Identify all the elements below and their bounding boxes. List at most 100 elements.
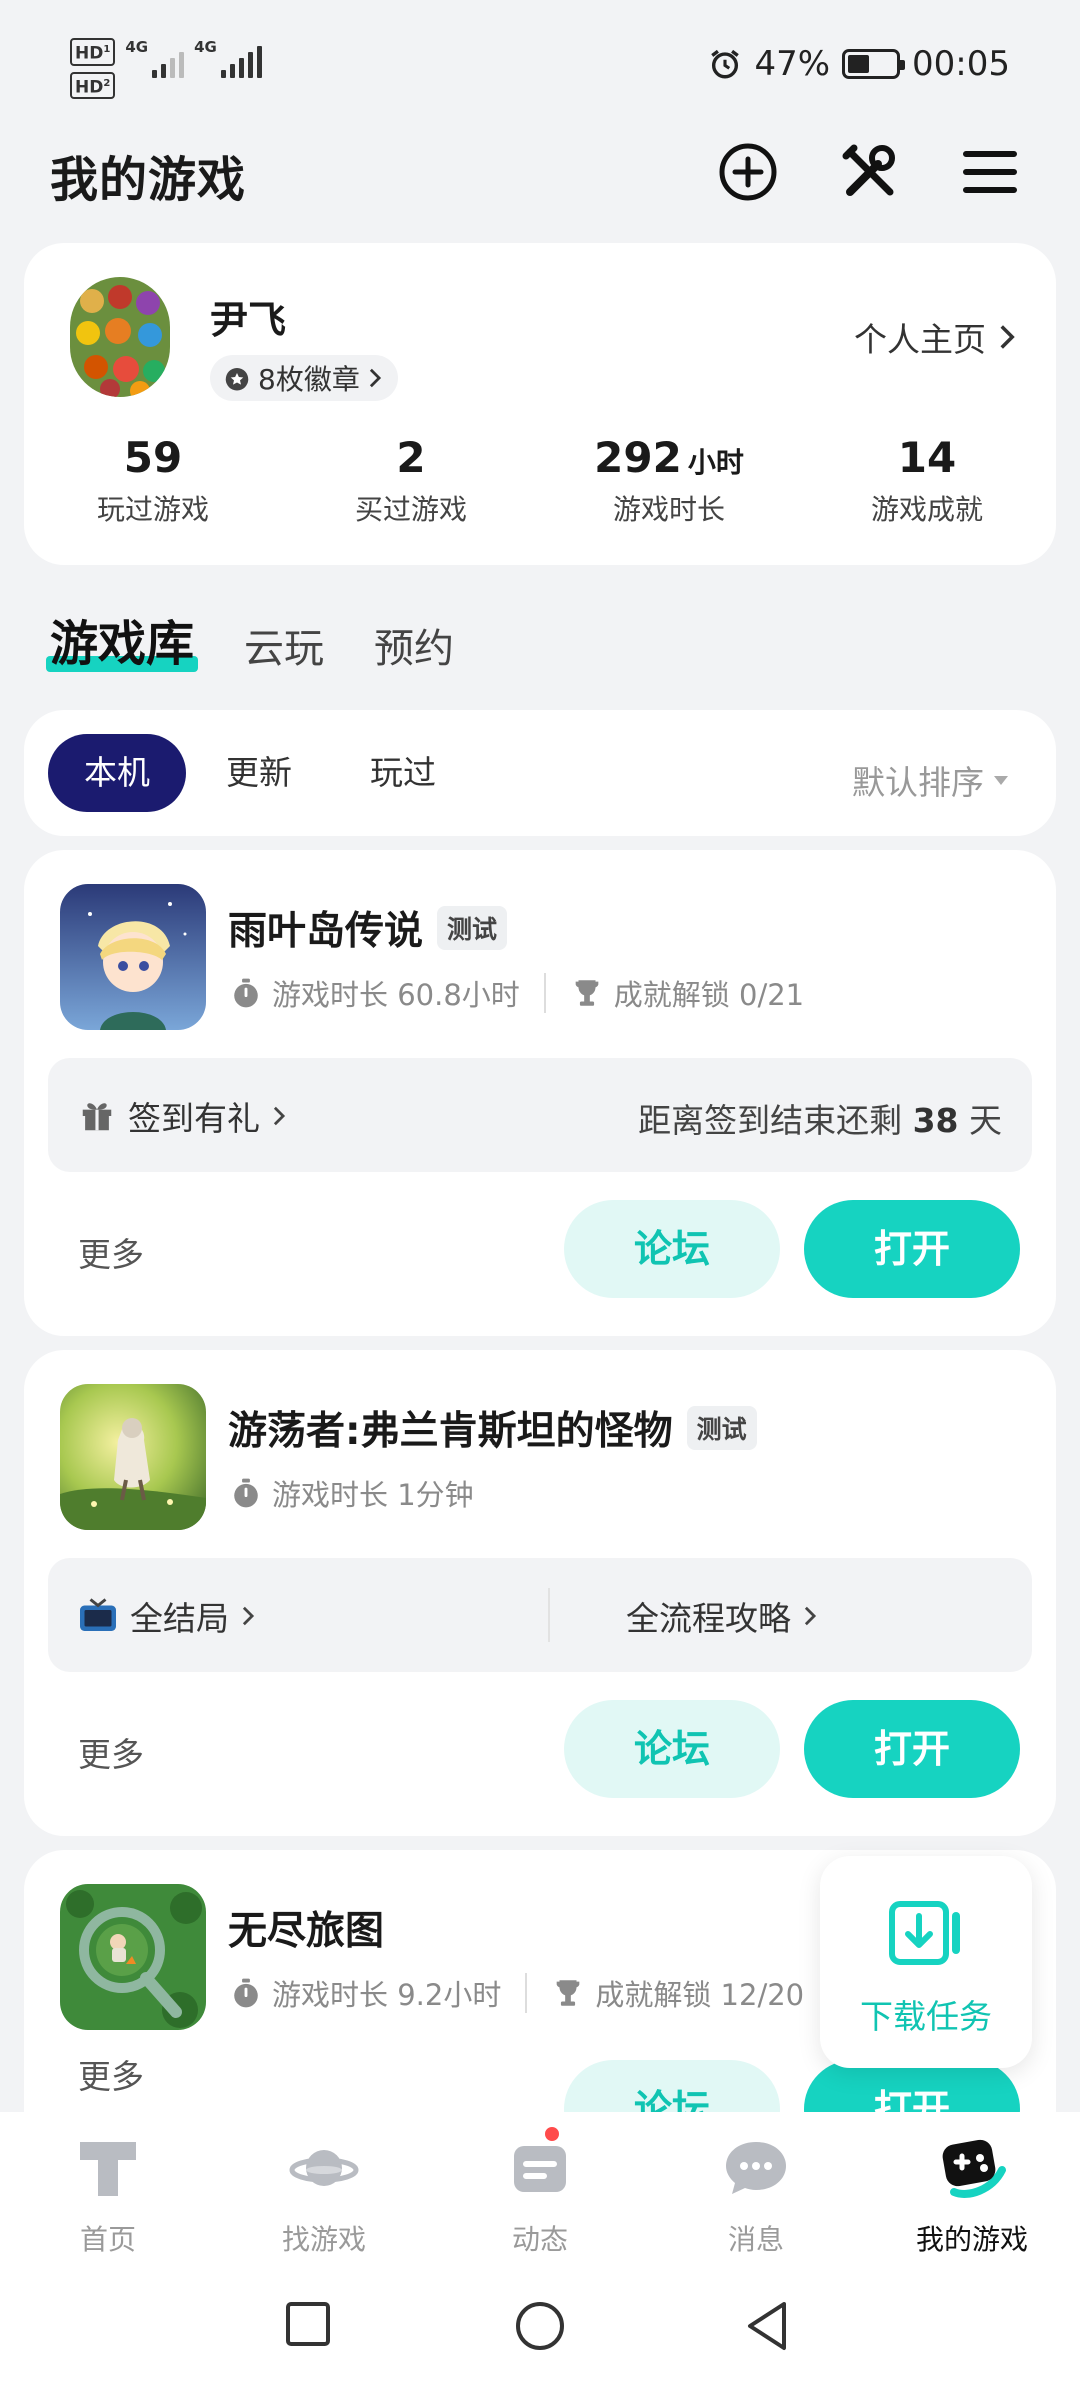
game-icon[interactable] xyxy=(60,1384,206,1530)
trophy-icon xyxy=(575,980,599,1006)
filter-bar: 本机 更新 玩过 默认排序 xyxy=(24,710,1056,836)
username: 尹飞 xyxy=(210,298,287,342)
stat-label: 游戏成就 xyxy=(870,493,983,526)
hd1-indicator: HD1 xyxy=(70,38,116,66)
stat-achievements[interactable]: 14 游戏成就 xyxy=(798,433,1056,528)
filter-played[interactable]: 玩过 xyxy=(334,734,472,812)
more-button[interactable]: 更多 xyxy=(78,1228,144,1276)
signin-label: 签到有礼 xyxy=(128,1099,260,1138)
gift-icon xyxy=(82,1103,112,1131)
game-title[interactable]: 雨叶岛传说 测试 xyxy=(228,900,508,956)
endings-link[interactable]: 全结局 xyxy=(78,1592,255,1640)
clock: 00:05 xyxy=(912,44,1010,84)
nav-label: 首页 xyxy=(79,2223,136,2256)
test-tag: 测试 xyxy=(686,1406,757,1450)
forum-button[interactable]: 论坛 xyxy=(564,1700,780,1798)
game-meta: 游戏时长 9.2小时 成就解锁 12/20 xyxy=(230,1972,804,2014)
home-circle-icon[interactable] xyxy=(514,2300,566,2352)
feed-icon xyxy=(514,2146,566,2192)
sort-dropdown[interactable]: 默认排序 xyxy=(852,756,1008,804)
app-header: 我的游戏 xyxy=(0,130,1080,240)
nav-feed[interactable]: 动态 xyxy=(432,2112,648,2262)
filter-local[interactable]: 本机 xyxy=(48,734,186,812)
library-tabs: 游戏库 云玩 预约 xyxy=(45,604,454,674)
network-indicators: HD1 HD2 4G 4G xyxy=(70,38,262,100)
open-button[interactable]: 打开 xyxy=(804,1200,1020,1298)
download-task-button[interactable]: 下载任务 xyxy=(820,1856,1032,2068)
stat-bought[interactable]: 2 买过游戏 xyxy=(282,433,540,528)
game-name: 无尽旅图 xyxy=(228,1909,385,1954)
open-button[interactable]: 打开 xyxy=(804,1700,1020,1798)
game-meta: 游戏时长 1分钟 xyxy=(230,1472,474,1514)
tools-icon[interactable] xyxy=(838,140,902,204)
nav-messages[interactable]: 消息 xyxy=(648,2112,864,2262)
game-icon[interactable] xyxy=(60,1884,206,2030)
game-card: 游荡者:弗兰肯斯坦的怪物 测试 游戏时长 1分钟 全结局 全流程攻略 更多 论坛… xyxy=(24,1350,1056,1836)
hd2-indicator: HD2 xyxy=(70,71,116,100)
avatar[interactable] xyxy=(70,277,170,397)
download-task-label: 下载任务 xyxy=(860,1997,992,2036)
signin-strip[interactable]: 签到有礼 距离签到结束还剩 38 天 xyxy=(48,1058,1032,1172)
chevron-right-icon xyxy=(242,1606,255,1626)
nav-label: 动态 xyxy=(511,2223,568,2256)
more-button[interactable]: 更多 xyxy=(78,1728,144,1776)
tab-library[interactable]: 游戏库 xyxy=(45,604,199,674)
game-title[interactable]: 无尽旅图 xyxy=(228,1900,384,1956)
stat-value: 14 xyxy=(897,433,957,482)
home-t-icon xyxy=(80,2142,136,2196)
signal-2-icon: 4G xyxy=(194,38,262,78)
notification-dot xyxy=(542,2124,562,2144)
badge-button[interactable]: 8枚徽章 xyxy=(210,355,398,401)
filter-update[interactable]: 更新 xyxy=(190,734,328,812)
recent-apps-icon[interactable] xyxy=(284,2300,332,2348)
add-circle-icon[interactable] xyxy=(716,140,780,204)
stats-row: 59 玩过游戏 2 买过游戏 292 小时 游戏时长 14 游戏成就 xyxy=(24,433,1056,528)
sort-label: 默认排序 xyxy=(852,763,984,802)
stat-played[interactable]: 59 玩过游戏 xyxy=(24,433,282,528)
stat-label: 买过游戏 xyxy=(354,493,467,526)
menu-icon[interactable] xyxy=(958,140,1022,204)
homepage-label: 个人主页 xyxy=(854,320,986,359)
homepage-link[interactable]: 个人主页 xyxy=(854,313,1016,361)
chevron-right-icon xyxy=(804,1606,817,1626)
nav-my-games[interactable]: 我的游戏 xyxy=(864,2112,1080,2262)
trophy-icon xyxy=(557,1980,580,2006)
stat-unit: 小时 xyxy=(687,446,744,479)
back-triangle-icon[interactable] xyxy=(744,2300,790,2352)
game-icon[interactable] xyxy=(60,884,206,1030)
stopwatch-icon xyxy=(234,1478,258,1508)
more-button[interactable]: 更多 xyxy=(78,2050,144,2098)
alarm-icon xyxy=(711,49,740,79)
stopwatch-icon xyxy=(234,1978,258,2008)
game-name: 游荡者:弗兰肯斯坦的怪物 xyxy=(228,1409,673,1454)
chevron-right-icon xyxy=(369,368,381,388)
status-bar: HD1 HD2 4G 4G 47% 00:05 xyxy=(0,0,1080,130)
download-icon xyxy=(889,1901,960,1965)
stat-label: 玩过游戏 xyxy=(96,493,209,526)
stat-playtime[interactable]: 292 小时 游戏时长 xyxy=(540,433,798,528)
profile-card: 尹飞 8枚徽章 个人主页 59 玩过游戏 2 买过游戏 292 小时 游戏时长 1… xyxy=(24,243,1056,565)
game-card: 雨叶岛传说 测试 游戏时长 60.8小时 成就解锁 0/21 签到有礼 距离签到… xyxy=(24,850,1056,1336)
nav-home[interactable]: 首页 xyxy=(0,2112,216,2262)
page-title: 我的游戏 xyxy=(50,152,247,208)
tab-cloud[interactable]: 云玩 xyxy=(244,616,324,674)
signal-1-icon: 4G xyxy=(125,38,185,78)
forum-button[interactable]: 论坛 xyxy=(564,2060,780,2112)
walkthrough-link[interactable]: 全流程攻略 xyxy=(626,1592,817,1640)
playtime-text: 游戏时长 9.2小时 xyxy=(272,1978,502,2012)
medal-icon xyxy=(225,368,249,391)
signin-countdown: 距离签到结束还剩 38 天 xyxy=(638,1101,1002,1140)
forum-button[interactable]: 论坛 xyxy=(564,1200,780,1298)
game-title[interactable]: 游荡者:弗兰肯斯坦的怪物 测试 xyxy=(228,1400,757,1456)
planet-icon xyxy=(289,2150,359,2186)
tab-reserve[interactable]: 预约 xyxy=(374,616,454,674)
chevron-right-icon xyxy=(1000,325,1015,349)
caret-down-icon xyxy=(994,775,1008,785)
achievements-text: 成就解锁 12/20 xyxy=(595,1978,805,2012)
battery-percent: 47% xyxy=(754,44,831,84)
nav-find-games[interactable]: 找游戏 xyxy=(216,2112,432,2262)
bottom-nav: 首页 找游戏 动态 消息 我的游戏 xyxy=(0,2112,1080,2262)
game-name: 雨叶岛传说 xyxy=(228,909,424,954)
nav-label: 找游戏 xyxy=(281,2223,366,2256)
badge-count: 8枚徽章 xyxy=(258,363,360,396)
